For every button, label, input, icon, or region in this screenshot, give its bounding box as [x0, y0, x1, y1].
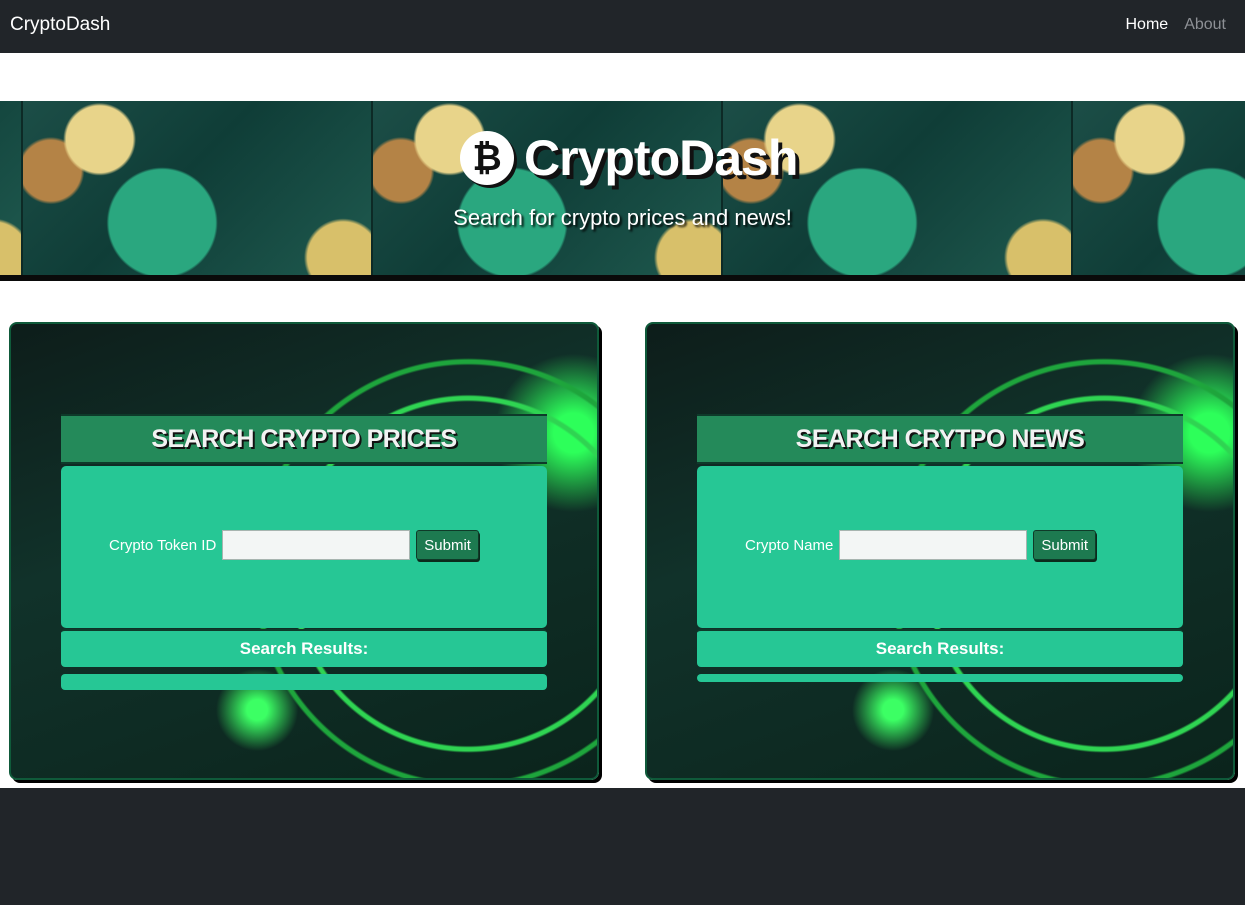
token-id-label: Crypto Token ID	[109, 536, 217, 554]
hero-banner: ₿ CryptoDash Search for crypto prices an…	[0, 101, 1245, 281]
search-form-card: Crypto Token ID Submit	[61, 466, 547, 628]
token-id-input[interactable]	[222, 530, 411, 560]
footer	[0, 788, 1245, 905]
hero-background-tile	[23, 101, 373, 275]
search-results-label: Search Results:	[875, 639, 1005, 658]
hero-title: CryptoDash	[524, 130, 798, 186]
navbar-brand[interactable]: CryptoDash	[10, 14, 110, 36]
nav-link-about[interactable]: About	[1184, 16, 1226, 34]
search-results-area	[697, 674, 1183, 682]
hero-subtitle: Search for crypto prices and news!	[453, 205, 792, 230]
crypto-prices-panel: SEARCH CRYPTO PRICES Crypto Token ID Sub…	[9, 322, 599, 780]
card-header: SEARCH CRYTPO NEWS	[697, 414, 1183, 464]
price-search-form: Crypto Token ID Submit	[109, 530, 479, 560]
card-header: SEARCH CRYPTO PRICES	[61, 414, 547, 464]
news-search-form: Crypto Name Submit	[745, 530, 1097, 560]
news-submit-button[interactable]: Submit	[1033, 530, 1097, 560]
search-results-area	[61, 674, 547, 690]
bitcoin-icon: ₿	[460, 131, 514, 185]
hero-logo: ₿ CryptoDash	[460, 129, 798, 187]
crypto-name-input[interactable]	[839, 530, 1028, 560]
price-submit-button[interactable]: Submit	[416, 530, 479, 560]
crypto-news-panel: SEARCH CRYTPO NEWS Crypto Name Submit Se…	[645, 322, 1235, 780]
nav-links: Home About	[1126, 16, 1227, 34]
nav-link-home[interactable]: Home	[1126, 16, 1169, 34]
card-title: SEARCH CRYPTO PRICES	[151, 424, 457, 453]
search-results-label: Search Results:	[239, 639, 369, 658]
search-form-card: Crypto Name Submit	[697, 466, 1183, 628]
hero-background-tile	[0, 101, 23, 275]
card-title: SEARCH CRYTPO NEWS	[795, 424, 1085, 453]
navbar: CryptoDash Home About	[0, 0, 1245, 53]
search-results-bar: Search Results:	[61, 629, 547, 667]
hero-background-tile	[723, 101, 1073, 275]
hero-background-tile	[373, 101, 723, 275]
crypto-name-label: Crypto Name	[745, 536, 834, 554]
search-results-bar: Search Results:	[697, 629, 1183, 667]
hero-background-tile	[1073, 101, 1245, 275]
